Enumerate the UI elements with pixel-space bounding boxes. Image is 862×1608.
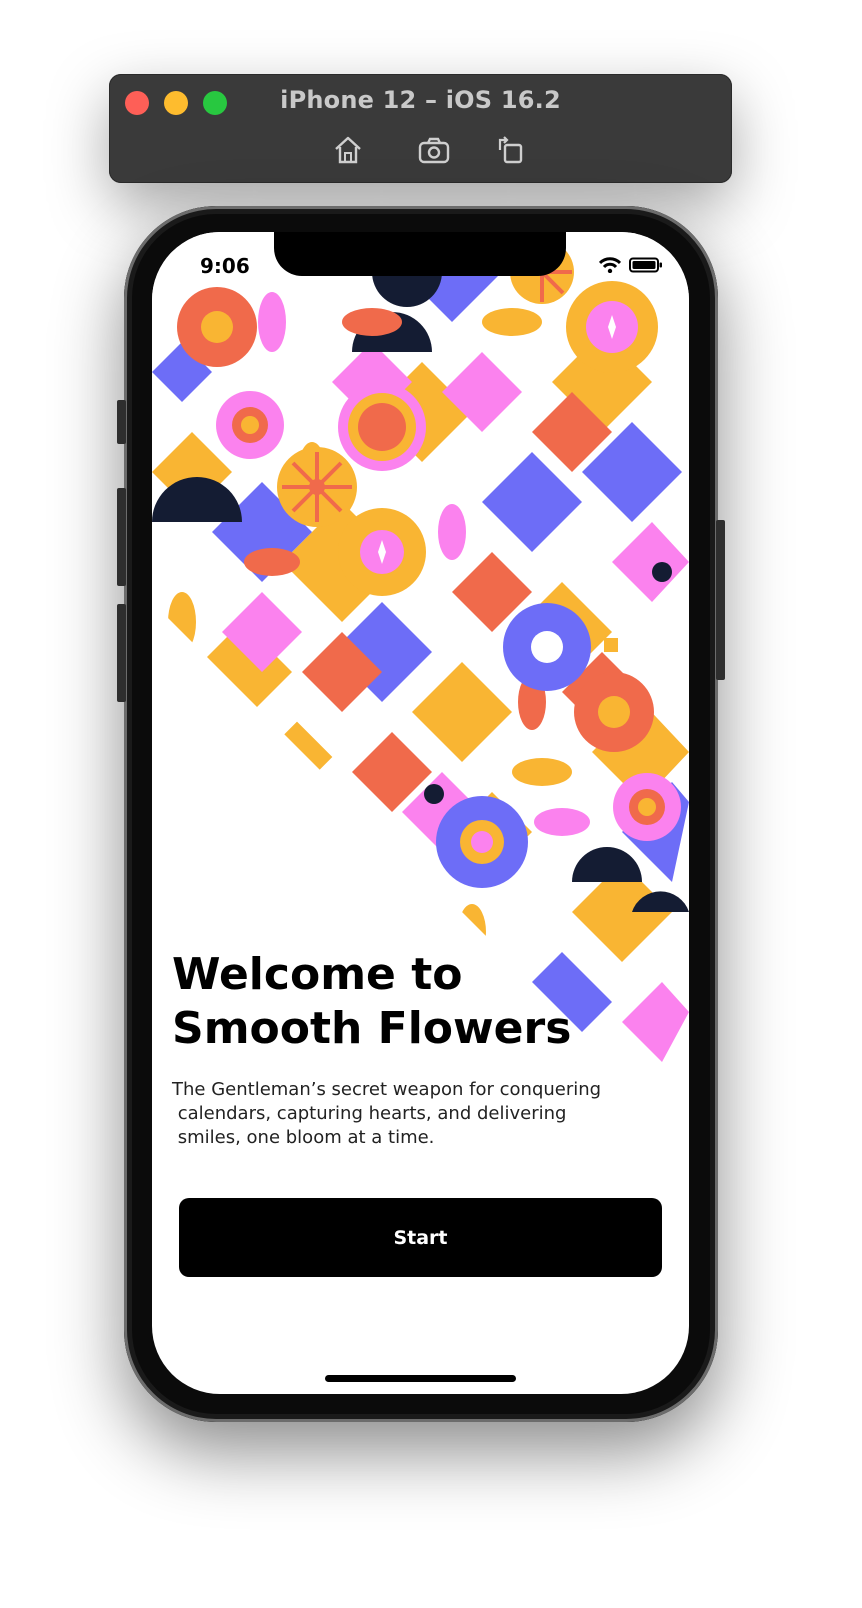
welcome-title-line2: Smooth Flowers xyxy=(172,1003,572,1054)
battery-icon xyxy=(629,257,662,273)
subtitle-line1: The Gentleman’s secret weapon for conque… xyxy=(172,1079,602,1100)
notch xyxy=(274,232,566,276)
welcome-title-line1: Welcome to xyxy=(172,949,463,1000)
status-icons xyxy=(599,257,663,273)
screenshot-button[interactable] xyxy=(416,132,452,168)
home-indicator[interactable] xyxy=(325,1375,516,1382)
home-button[interactable] xyxy=(330,132,366,168)
welcome-title: Welcome to Smooth Flowers xyxy=(172,948,571,1056)
rotate-icon xyxy=(498,136,523,164)
status-time: 9:06 xyxy=(200,254,250,278)
volume-up-button xyxy=(117,488,126,586)
phone-screen: 9:06 Welcome to Smooth Flowers The Gentl… xyxy=(152,232,689,1394)
subtitle-line2: calendars, capturing hearts, and deliver… xyxy=(172,1103,567,1124)
silent-switch xyxy=(117,400,126,444)
simulator-title: iPhone 12 – iOS 16.2 xyxy=(280,86,561,114)
rotate-button[interactable] xyxy=(492,132,528,168)
welcome-subtitle: The Gentleman’s secret weapon for conque… xyxy=(172,1078,622,1150)
home-icon xyxy=(335,136,361,164)
power-button xyxy=(716,520,725,680)
simulator-title-bar: iPhone 12 – iOS 16.2 xyxy=(109,74,732,183)
start-button[interactable]: Start xyxy=(179,1198,662,1277)
screenshot-icon xyxy=(418,137,450,164)
wifi-icon xyxy=(599,257,621,273)
subtitle-line3: smiles, one bloom at a time. xyxy=(172,1127,435,1148)
volume-down-button xyxy=(117,604,126,702)
